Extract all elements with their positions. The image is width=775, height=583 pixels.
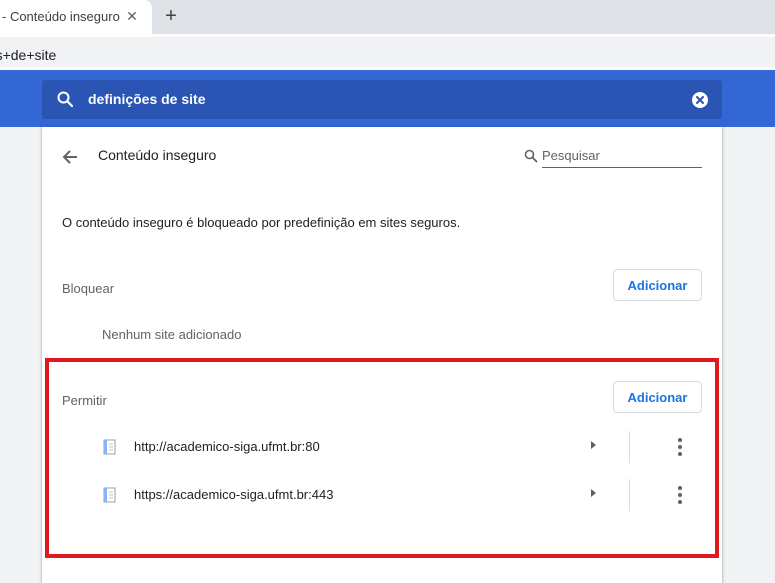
tab-close-icon[interactable]: ✕: [124, 8, 140, 24]
search-icon: [56, 90, 74, 113]
address-text[interactable]: ões+de+site: [0, 47, 56, 63]
clear-search-icon[interactable]: [692, 92, 708, 108]
search-icon: [524, 149, 538, 168]
block-section-label: Bloquear: [62, 281, 115, 296]
tab-strip: - Conteúdo inseguro ✕ +: [0, 0, 775, 34]
description-text: O conteúdo inseguro é bloqueado por pred…: [62, 215, 461, 230]
highlight-box: [45, 358, 719, 558]
toolbar: ões+de+site: [0, 34, 775, 70]
settings-search-bar[interactable]: definições de site: [42, 80, 722, 119]
site-search-input[interactable]: [542, 144, 702, 168]
address-bar[interactable]: ões+de+site: [0, 37, 775, 67]
page-title: Conteúdo inseguro: [98, 147, 217, 163]
new-tab-button[interactable]: +: [160, 5, 182, 27]
browser-tab[interactable]: - Conteúdo inseguro ✕: [0, 0, 152, 34]
block-add-button[interactable]: Adicionar: [613, 269, 702, 301]
block-empty-text: Nenhum site adicionado: [102, 327, 242, 342]
back-arrow-icon[interactable]: [60, 147, 80, 167]
settings-search-input[interactable]: definições de site: [88, 91, 205, 107]
tab-title: - Conteúdo inseguro: [2, 9, 120, 24]
